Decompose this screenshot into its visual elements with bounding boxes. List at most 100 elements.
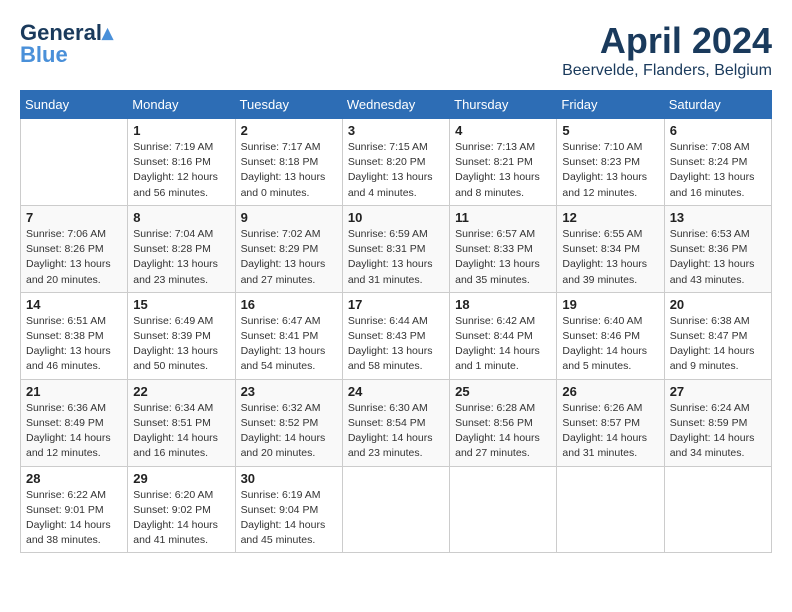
calendar-day-cell: 22Sunrise: 6:34 AM Sunset: 8:51 PM Dayli… xyxy=(128,379,235,466)
calendar-day-cell: 18 Sunrise: 6:42 AM Sunset: 8:44 PM Dayli… xyxy=(450,292,557,379)
calendar-day-cell: 9Sunrise: 7:02 AM Sunset: 8:29 PM Daylig… xyxy=(235,205,342,292)
day-info: Sunrise: 6:47 AM Sunset: 8:41 PM Dayligh… xyxy=(241,314,337,375)
calendar-week-row: 28 Sunrise: 6:22 AM Sunset: 9:01 PM Dayli… xyxy=(21,466,772,553)
weekday-header: Sunday xyxy=(21,91,128,119)
empty-cell xyxy=(557,466,664,553)
day-number: 14 xyxy=(26,297,122,312)
header-row: SundayMondayTuesdayWednesdayThursdayFrid… xyxy=(21,91,772,119)
day-number: 21 xyxy=(26,384,122,399)
location-subtitle: Beervelde, Flanders, Belgium xyxy=(562,62,772,80)
day-info: Sunrise: 6:26 AM Sunset: 8:57 PM Dayligh… xyxy=(562,401,658,462)
calendar-day-cell: 13Sunrise: 6:53 AM Sunset: 8:36 PM Dayli… xyxy=(664,205,771,292)
day-info: Sunrise: 7:06 AM Sunset: 8:26 PM Dayligh… xyxy=(26,227,122,288)
day-number: 18 xyxy=(455,297,551,312)
day-number: 7 xyxy=(26,210,122,225)
day-number: 11 xyxy=(455,210,551,225)
day-info: Sunrise: 7:19 AM Sunset: 8:16 PM Dayligh… xyxy=(133,140,229,201)
calendar-day-cell: 5 Sunrise: 7:10 AM Sunset: 8:23 PM Daylig… xyxy=(557,119,664,206)
calendar-day-cell: 19Sunrise: 6:40 AM Sunset: 8:46 PM Dayli… xyxy=(557,292,664,379)
calendar-day-cell: 29 Sunrise: 6:20 AM Sunset: 9:02 PM Dayli… xyxy=(128,466,235,553)
calendar-day-cell: 7 Sunrise: 7:06 AM Sunset: 8:26 PM Daylig… xyxy=(21,205,128,292)
day-number: 13 xyxy=(670,210,766,225)
weekday-header: Thursday xyxy=(450,91,557,119)
day-number: 3 xyxy=(348,123,444,138)
day-info: Sunrise: 6:20 AM Sunset: 9:02 PM Dayligh… xyxy=(133,488,229,549)
calendar-day-cell: 2Sunrise: 7:17 AM Sunset: 8:18 PM Daylig… xyxy=(235,119,342,206)
calendar-day-cell: 30Sunrise: 6:19 AM Sunset: 9:04 PM Dayli… xyxy=(235,466,342,553)
day-info: Sunrise: 6:36 AM Sunset: 8:49 PM Dayligh… xyxy=(26,401,122,462)
weekday-header: Saturday xyxy=(664,91,771,119)
calendar-day-cell: 26 Sunrise: 6:26 AM Sunset: 8:57 PM Dayli… xyxy=(557,379,664,466)
day-info: Sunrise: 6:24 AM Sunset: 8:59 PM Dayligh… xyxy=(670,401,766,462)
calendar-day-cell: 6 Sunrise: 7:08 AM Sunset: 8:24 PM Daylig… xyxy=(664,119,771,206)
calendar-day-cell: 10 Sunrise: 6:59 AM Sunset: 8:31 PM Dayli… xyxy=(342,205,449,292)
calendar-day-cell: 25 Sunrise: 6:28 AM Sunset: 8:56 PM Dayli… xyxy=(450,379,557,466)
day-number: 19 xyxy=(562,297,658,312)
empty-cell xyxy=(342,466,449,553)
day-info: Sunrise: 6:38 AM Sunset: 8:47 PM Dayligh… xyxy=(670,314,766,375)
calendar-day-cell: 12 Sunrise: 6:55 AM Sunset: 8:34 PM Dayli… xyxy=(557,205,664,292)
day-number: 20 xyxy=(670,297,766,312)
day-info: Sunrise: 6:28 AM Sunset: 8:56 PM Dayligh… xyxy=(455,401,551,462)
day-info: Sunrise: 6:42 AM Sunset: 8:44 PM Dayligh… xyxy=(455,314,551,375)
calendar-table: SundayMondayTuesdayWednesdayThursdayFrid… xyxy=(20,90,772,553)
calendar-day-cell: 1 Sunrise: 7:19 AM Sunset: 8:16 PM Daylig… xyxy=(128,119,235,206)
day-number: 16 xyxy=(241,297,337,312)
day-info: Sunrise: 7:13 AM Sunset: 8:21 PM Dayligh… xyxy=(455,140,551,201)
calendar-day-cell: 4Sunrise: 7:13 AM Sunset: 8:21 PM Daylig… xyxy=(450,119,557,206)
calendar-day-cell: 23 Sunrise: 6:32 AM Sunset: 8:52 PM Dayli… xyxy=(235,379,342,466)
calendar-day-cell: 28 Sunrise: 6:22 AM Sunset: 9:01 PM Dayli… xyxy=(21,466,128,553)
day-info: Sunrise: 6:57 AM Sunset: 8:33 PM Dayligh… xyxy=(455,227,551,288)
weekday-header: Wednesday xyxy=(342,91,449,119)
day-info: Sunrise: 7:10 AM Sunset: 8:23 PM Dayligh… xyxy=(562,140,658,201)
title-block: April 2024 Beervelde, Flanders, Belgium xyxy=(562,20,772,80)
calendar-day-cell: 24 Sunrise: 6:30 AM Sunset: 8:54 PM Dayli… xyxy=(342,379,449,466)
empty-cell xyxy=(450,466,557,553)
day-number: 6 xyxy=(670,123,766,138)
day-info: Sunrise: 7:17 AM Sunset: 8:18 PM Dayligh… xyxy=(241,140,337,201)
day-number: 1 xyxy=(133,123,229,138)
day-number: 28 xyxy=(26,471,122,486)
day-number: 30 xyxy=(241,471,337,486)
day-number: 12 xyxy=(562,210,658,225)
day-info: Sunrise: 6:51 AM Sunset: 8:38 PM Dayligh… xyxy=(26,314,122,375)
calendar-day-cell: 15Sunrise: 6:49 AM Sunset: 8:39 PM Dayli… xyxy=(128,292,235,379)
calendar-day-cell: 8Sunrise: 7:04 AM Sunset: 8:28 PM Daylig… xyxy=(128,205,235,292)
calendar-day-cell: 11 Sunrise: 6:57 AM Sunset: 8:33 PM Dayli… xyxy=(450,205,557,292)
day-info: Sunrise: 6:32 AM Sunset: 8:52 PM Dayligh… xyxy=(241,401,337,462)
calendar-day-cell: 20 Sunrise: 6:38 AM Sunset: 8:47 PM Dayli… xyxy=(664,292,771,379)
day-info: Sunrise: 7:04 AM Sunset: 8:28 PM Dayligh… xyxy=(133,227,229,288)
day-info: Sunrise: 7:08 AM Sunset: 8:24 PM Dayligh… xyxy=(670,140,766,201)
day-number: 22 xyxy=(133,384,229,399)
weekday-header: Monday xyxy=(128,91,235,119)
day-number: 27 xyxy=(670,384,766,399)
day-number: 26 xyxy=(562,384,658,399)
calendar-day-cell: 14 Sunrise: 6:51 AM Sunset: 8:38 PM Dayli… xyxy=(21,292,128,379)
day-info: Sunrise: 6:59 AM Sunset: 8:31 PM Dayligh… xyxy=(348,227,444,288)
day-number: 5 xyxy=(562,123,658,138)
day-number: 10 xyxy=(348,210,444,225)
calendar-week-row: 21 Sunrise: 6:36 AM Sunset: 8:49 PM Dayli… xyxy=(21,379,772,466)
weekday-header: Friday xyxy=(557,91,664,119)
day-number: 23 xyxy=(241,384,337,399)
day-info: Sunrise: 6:22 AM Sunset: 9:01 PM Dayligh… xyxy=(26,488,122,549)
page-header: General▴ Blue April 2024 Beervelde, Flan… xyxy=(20,20,772,80)
day-number: 17 xyxy=(348,297,444,312)
logo: General▴ Blue xyxy=(20,20,113,68)
calendar-day-cell: 17 Sunrise: 6:44 AM Sunset: 8:43 PM Dayli… xyxy=(342,292,449,379)
calendar-day-cell: 3 Sunrise: 7:15 AM Sunset: 8:20 PM Daylig… xyxy=(342,119,449,206)
empty-cell xyxy=(21,119,128,206)
day-number: 29 xyxy=(133,471,229,486)
day-info: Sunrise: 6:55 AM Sunset: 8:34 PM Dayligh… xyxy=(562,227,658,288)
day-number: 25 xyxy=(455,384,551,399)
calendar-week-row: 1 Sunrise: 7:19 AM Sunset: 8:16 PM Daylig… xyxy=(21,119,772,206)
calendar-week-row: 14 Sunrise: 6:51 AM Sunset: 8:38 PM Dayli… xyxy=(21,292,772,379)
day-number: 9 xyxy=(241,210,337,225)
day-info: Sunrise: 6:30 AM Sunset: 8:54 PM Dayligh… xyxy=(348,401,444,462)
logo-blue: Blue xyxy=(20,42,68,68)
month-title: April 2024 xyxy=(562,20,772,62)
weekday-header: Tuesday xyxy=(235,91,342,119)
day-info: Sunrise: 6:44 AM Sunset: 8:43 PM Dayligh… xyxy=(348,314,444,375)
day-number: 24 xyxy=(348,384,444,399)
day-info: Sunrise: 7:15 AM Sunset: 8:20 PM Dayligh… xyxy=(348,140,444,201)
